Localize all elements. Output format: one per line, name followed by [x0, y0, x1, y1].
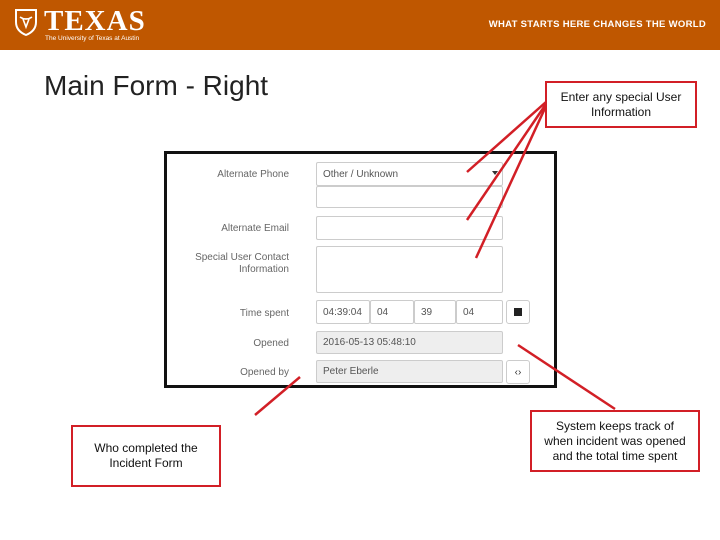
callout-who-text: Who completed the Incident Form: [94, 441, 198, 470]
pointer-line-opened: [517, 343, 616, 411]
pointer-line-opened-by: [254, 376, 301, 416]
callout-special-info: Enter any special User Information: [545, 81, 697, 128]
callout-tracking-text: System keeps track of when incident was …: [544, 418, 686, 463]
callout-who-completed: Who completed the Incident Form: [71, 425, 221, 487]
callout-system-tracking: System keeps track of when incident was …: [530, 410, 700, 472]
pointer-line-contact: [474, 105, 548, 259]
callout-special-text: Enter any special User Information: [560, 89, 682, 119]
